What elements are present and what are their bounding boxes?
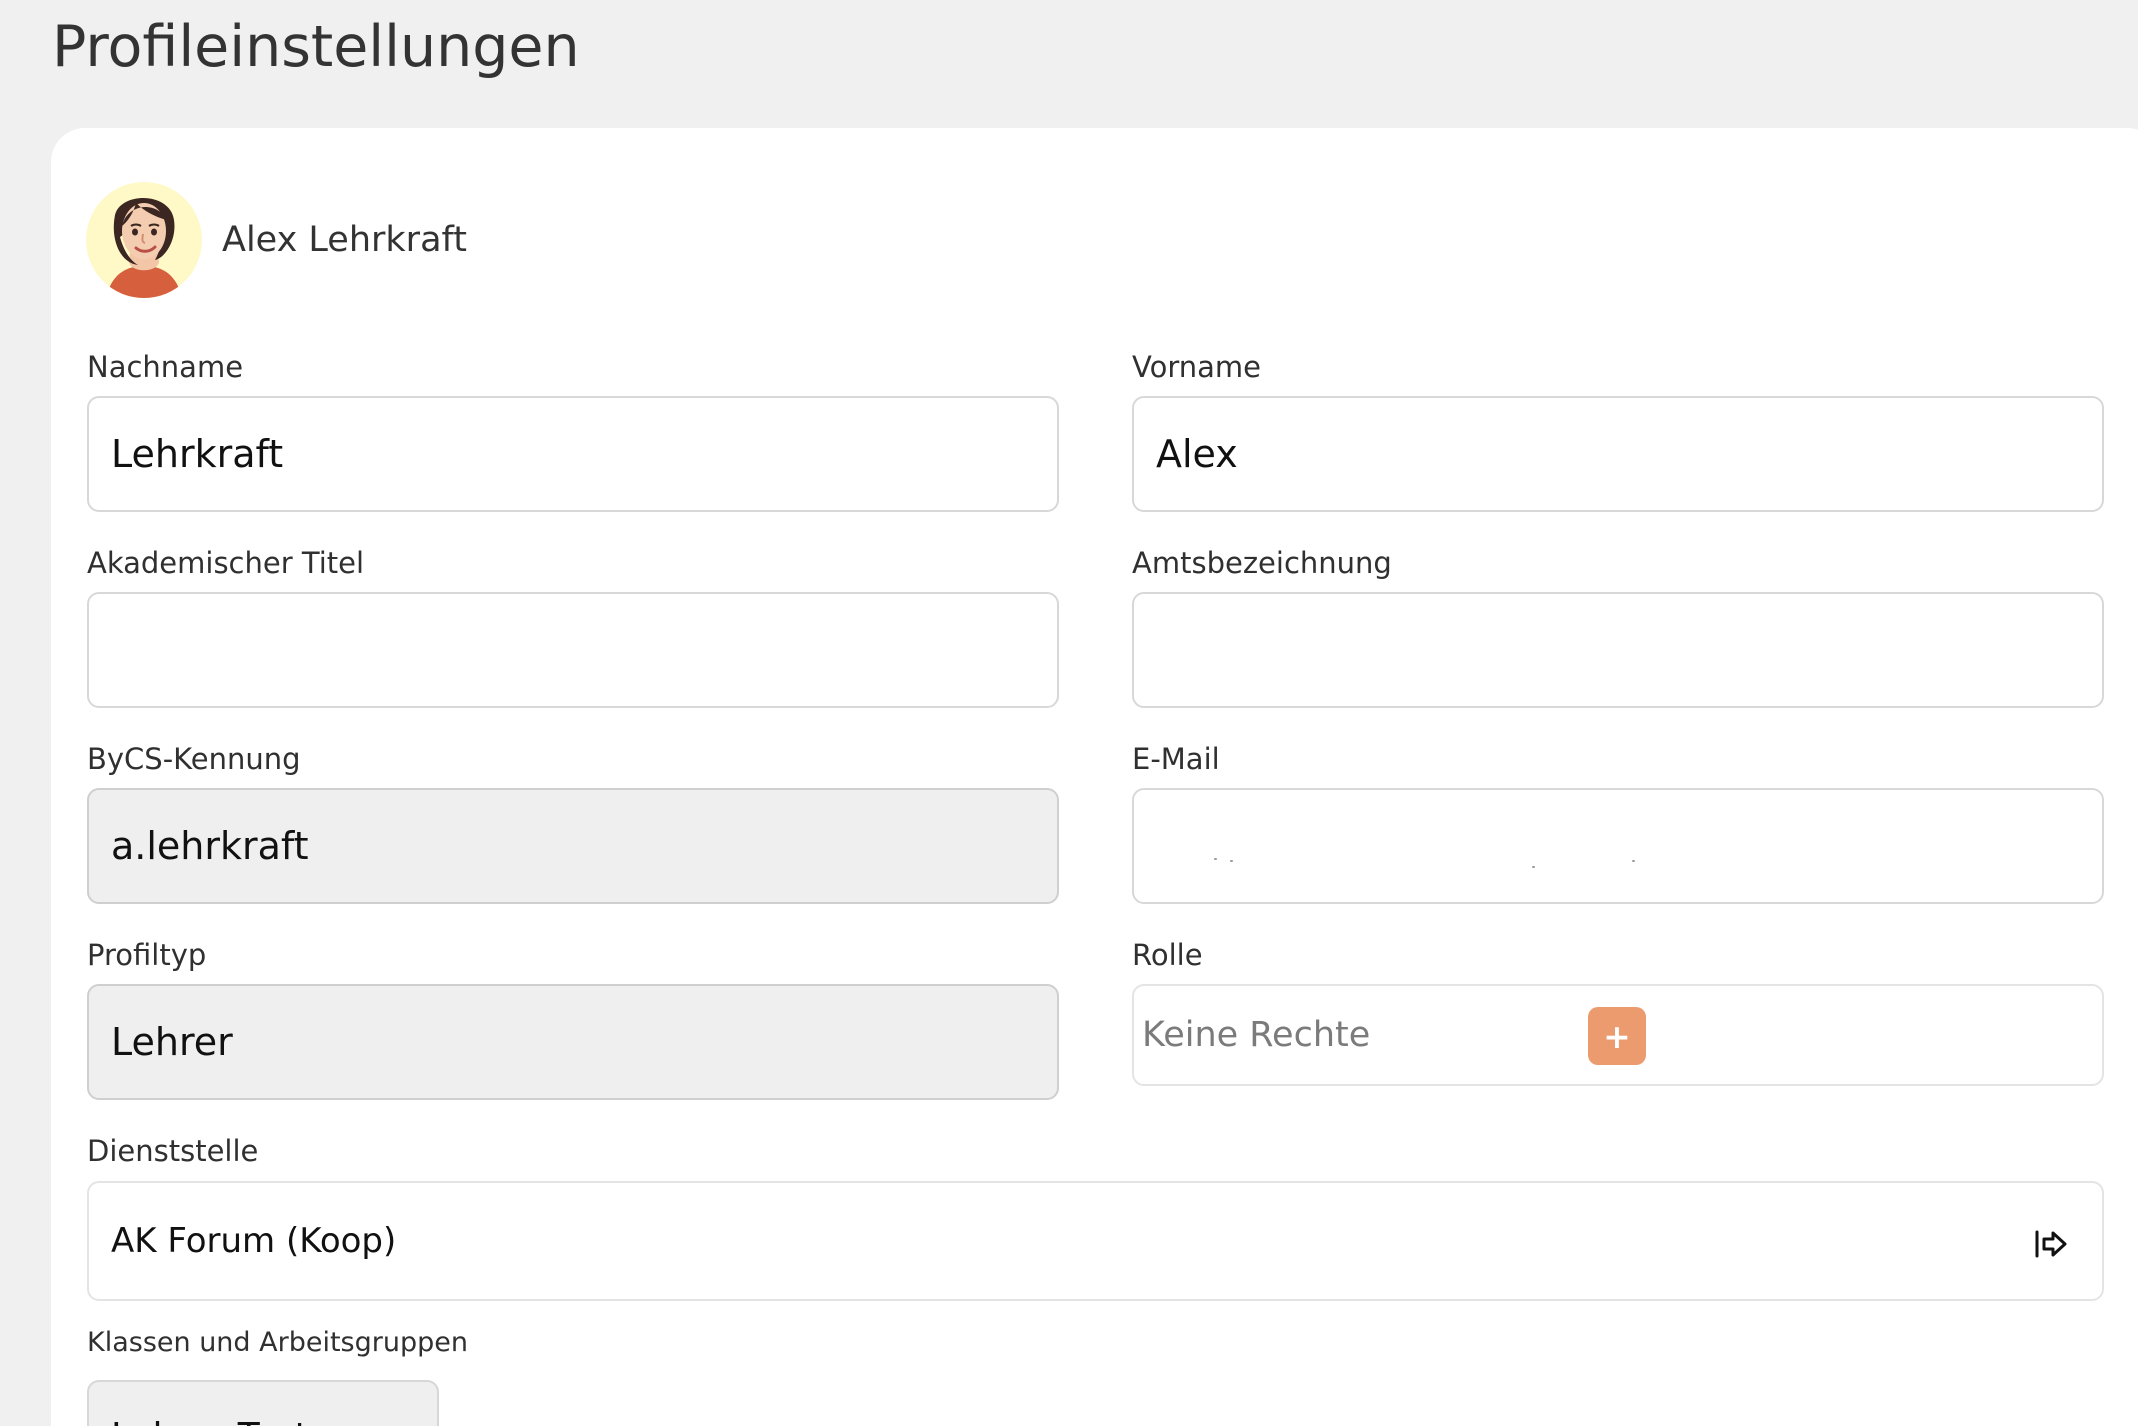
dienststelle-value: AK Forum (Koop) xyxy=(111,1221,397,1261)
email-redaction-mark xyxy=(1532,866,1535,868)
vorname-input[interactable] xyxy=(1156,398,2080,510)
bycs-kennung-label: ByCS-Kennung xyxy=(87,742,301,776)
teacher-avatar-icon xyxy=(86,182,202,298)
vorname-field[interactable] xyxy=(1132,396,2104,512)
profile-name: Alex Lehrkraft xyxy=(222,220,467,260)
klassen-chip[interactable]: Lehrer Test xyxy=(87,1380,439,1426)
page-title: Profileinstellungen xyxy=(52,14,580,80)
amtsbezeichnung-input[interactable] xyxy=(1156,594,2080,706)
dienststelle-field[interactable]: AK Forum (Koop) xyxy=(87,1181,2104,1301)
amtsbezeichnung-field[interactable] xyxy=(1132,592,2104,708)
akademischer-titel-label: Akademischer Titel xyxy=(87,546,365,580)
bycs-kennung-field: a.lehrkraft xyxy=(87,788,1059,904)
amtsbezeichnung-label: Amtsbezeichnung xyxy=(1132,546,1392,580)
bycs-kennung-value: a.lehrkraft xyxy=(111,824,309,868)
nachname-input[interactable] xyxy=(111,398,1035,510)
akademischer-titel-field[interactable] xyxy=(87,592,1059,708)
profile-settings-page: Profileinstellungen Alex Lehrkraft Nachn… xyxy=(0,0,2138,1426)
email-redaction-mark xyxy=(1230,860,1233,862)
rolle-label: Rolle xyxy=(1132,938,1203,972)
email-label: E-Mail xyxy=(1132,742,1220,776)
profiltyp-label: Profiltyp xyxy=(87,938,207,972)
email-field[interactable] xyxy=(1132,788,2104,904)
email-redaction-mark xyxy=(1214,858,1217,860)
vorname-label: Vorname xyxy=(1132,350,1261,384)
profiltyp-field: Lehrer xyxy=(87,984,1059,1100)
dienststelle-label: Dienststelle xyxy=(87,1134,259,1168)
profiltyp-value: Lehrer xyxy=(111,1020,233,1064)
rolle-placeholder: Keine Rechte xyxy=(1142,1015,1371,1055)
nachname-field[interactable] xyxy=(87,396,1059,512)
add-role-button[interactable]: + xyxy=(1588,1007,1646,1065)
profile-header: Alex Lehrkraft xyxy=(86,182,467,298)
nachname-label: Nachname xyxy=(87,350,244,384)
akademischer-titel-input[interactable] xyxy=(111,594,1035,706)
open-link-icon[interactable] xyxy=(2034,1228,2068,1258)
klassen-label: Klassen und Arbeitsgruppen xyxy=(87,1327,468,1358)
email-input[interactable] xyxy=(1156,790,2080,902)
email-redaction-mark xyxy=(1632,860,1635,862)
